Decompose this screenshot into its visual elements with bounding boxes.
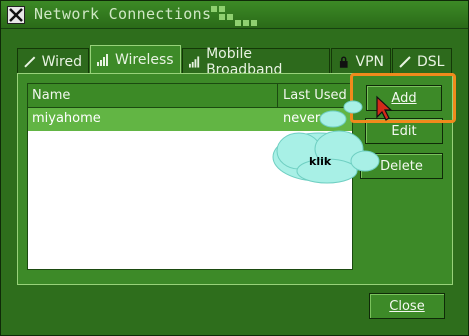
connection-name: miyahome xyxy=(32,111,101,126)
tab-dsl[interactable]: DSL xyxy=(392,48,452,74)
delete-button-label: Delete xyxy=(380,158,423,174)
tab-label: VPN xyxy=(355,53,385,70)
signal-bars-icon xyxy=(189,55,200,68)
tab-label: Wireless xyxy=(115,52,174,68)
tab-wired[interactable]: Wired xyxy=(17,48,89,74)
signal-bars-icon xyxy=(97,54,108,66)
network-connections-window: Network Connections Wired Wireless Mobil… xyxy=(0,0,469,336)
tab-vpn[interactable]: VPN xyxy=(331,48,391,74)
column-header-name[interactable]: Name xyxy=(32,88,70,103)
mouse-pointer-icon xyxy=(376,95,393,121)
callout-text: klik xyxy=(309,155,332,168)
title-bar: Network Connections xyxy=(1,1,468,29)
lock-icon xyxy=(339,56,348,68)
connection-type-tabs: Wired Wireless Mobile Broadband VPN DSL xyxy=(17,45,453,78)
window-close-icon[interactable] xyxy=(7,6,25,24)
tab-mobile-broadband[interactable]: Mobile Broadband xyxy=(182,46,330,78)
callout-cloud xyxy=(272,100,380,184)
plug-icon xyxy=(399,55,411,68)
edit-button-label: Edit xyxy=(391,123,417,139)
tab-wireless[interactable]: Wireless xyxy=(90,45,181,74)
tab-label: DSL xyxy=(417,53,445,70)
close-button-label: Close xyxy=(389,298,425,314)
plug-icon xyxy=(24,55,36,68)
tab-label: Wired xyxy=(41,53,82,70)
decorative-pixel-pattern xyxy=(211,6,261,26)
window-title: Network Connections xyxy=(34,5,212,23)
close-button[interactable]: Close xyxy=(369,293,445,319)
